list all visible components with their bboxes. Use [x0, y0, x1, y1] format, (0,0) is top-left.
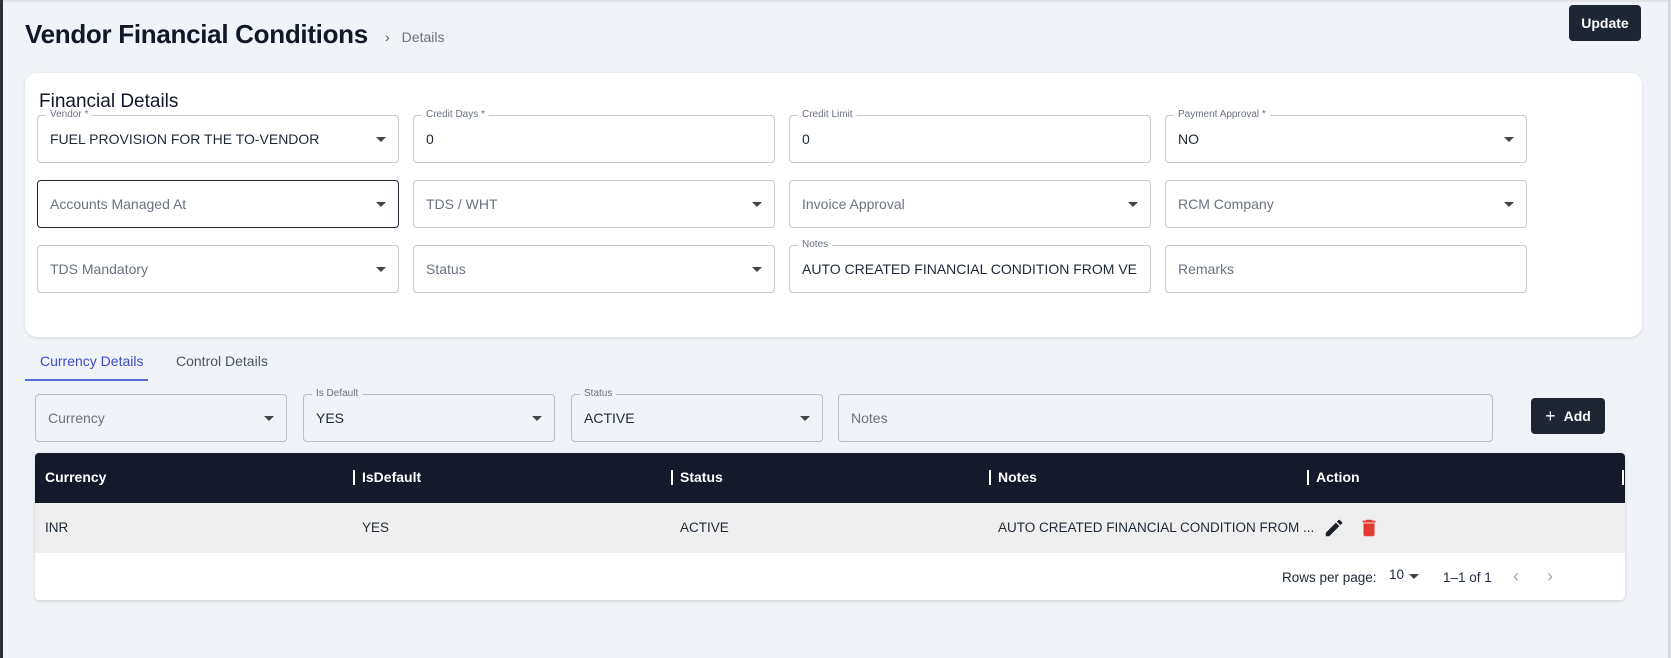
currency-select[interactable]: Currency — [35, 394, 287, 442]
page-header: Vendor Financial Conditions › Details — [25, 16, 1671, 66]
notes-input[interactable]: Notes AUTO CREATED FINANCIAL CONDITION F… — [789, 239, 1151, 293]
currency-status-label: Status — [580, 388, 617, 400]
column-header-action: Action — [1316, 469, 1360, 485]
next-page-icon[interactable]: › — [1547, 566, 1553, 587]
currency-status-value: ACTIVE — [584, 410, 635, 426]
breadcrumb: › Details — [385, 29, 444, 45]
remarks-placeholder: Remarks — [1178, 261, 1235, 277]
column-header-currency[interactable]: Currency — [45, 469, 106, 485]
dropdown-arrow-icon — [752, 267, 762, 272]
cell-status: ACTIVE — [680, 520, 729, 535]
currency-status-select[interactable]: Status ACTIVE — [571, 388, 823, 442]
table-header: Currency IsDefault Status Notes Action — [35, 453, 1625, 503]
remarks-input[interactable]: Remarks — [1165, 245, 1527, 293]
column-separator[interactable] — [353, 470, 355, 485]
delete-icon[interactable] — [1358, 517, 1380, 539]
credit-limit-value: 0 — [802, 131, 810, 147]
add-button[interactable]: + Add — [1531, 398, 1605, 434]
update-button[interactable]: Update — [1569, 5, 1641, 41]
payment-approval-label: Payment Approval * — [1174, 109, 1270, 121]
chevron-right-icon: › — [385, 29, 390, 45]
table-pagination: Rows per page: 10 1–1 of 1 ‹ › — [35, 553, 1625, 600]
currency-table: Currency IsDefault Status Notes Action I… — [35, 453, 1625, 600]
is-default-value: YES — [316, 410, 345, 426]
vendor-select[interactable]: Vendor * FUEL PROVISION FOR THE TO-VENDO… — [37, 109, 399, 163]
vendor-value: FUEL PROVISION FOR THE TO-VENDOR — [50, 131, 320, 147]
cell-currency: INR — [45, 520, 69, 535]
tds-wht-placeholder: TDS / WHT — [426, 196, 498, 212]
notes-label: Notes — [798, 239, 833, 251]
credit-limit-label: Credit Limit — [798, 109, 857, 121]
dropdown-arrow-icon — [376, 267, 386, 272]
dropdown-arrow-icon[interactable] — [1409, 574, 1419, 579]
credit-days-label: Credit Days * — [422, 109, 489, 121]
rcm-company-select[interactable]: RCM Company — [1165, 180, 1527, 228]
is-default-select[interactable]: Is Default YES — [303, 388, 555, 442]
dropdown-arrow-icon — [376, 202, 386, 207]
tds-mandatory-placeholder: TDS Mandatory — [50, 261, 149, 277]
cell-is-default: YES — [362, 520, 390, 535]
tab-control-details[interactable]: Control Details — [161, 345, 283, 381]
notes-value: AUTO CREATED FINANCIAL CONDITION FROM VE… — [802, 261, 1138, 277]
dropdown-arrow-icon — [1504, 202, 1514, 207]
dropdown-arrow-icon — [1504, 137, 1514, 142]
add-button-label: Add — [1563, 408, 1591, 424]
previous-page-icon[interactable]: ‹ — [1513, 566, 1519, 587]
credit-limit-input[interactable]: Credit Limit 0 — [789, 109, 1151, 163]
dropdown-arrow-icon — [376, 137, 386, 142]
column-header-notes[interactable]: Notes — [998, 469, 1037, 485]
tds-wht-select[interactable]: TDS / WHT — [413, 180, 775, 228]
payment-approval-value: NO — [1178, 131, 1199, 147]
rcm-company-placeholder: RCM Company — [1178, 196, 1274, 212]
window-left-border — [0, 0, 3, 658]
pagination-range: 1–1 of 1 — [1443, 570, 1492, 585]
rows-per-page-label: Rows per page: — [1282, 570, 1377, 585]
column-separator[interactable] — [1622, 470, 1624, 485]
accounts-managed-at-select[interactable]: Accounts Managed At — [37, 180, 399, 228]
dropdown-arrow-icon — [752, 202, 762, 207]
tab-currency-details[interactable]: Currency Details — [25, 345, 148, 381]
window-top-border — [0, 0, 1671, 2]
column-separator[interactable] — [671, 470, 673, 485]
credit-days-value: 0 — [426, 131, 434, 147]
table-row[interactable]: INR YES ACTIVE AUTO CREATED FINANCIAL CO… — [35, 503, 1625, 553]
dropdown-arrow-icon — [1128, 202, 1138, 207]
cell-notes: AUTO CREATED FINANCIAL CONDITION FROM ..… — [998, 520, 1315, 535]
currency-notes-placeholder: Notes — [851, 410, 888, 426]
status-select[interactable]: Status — [413, 245, 775, 293]
column-separator[interactable] — [989, 470, 991, 485]
page-title: Vendor Financial Conditions — [25, 19, 368, 49]
credit-days-input[interactable]: Credit Days * 0 — [413, 109, 775, 163]
financial-details-card: Financial Details Vendor * FUEL PROVISIO… — [25, 73, 1642, 337]
column-header-status[interactable]: Status — [680, 469, 723, 485]
tds-mandatory-select[interactable]: TDS Mandatory — [37, 245, 399, 293]
dropdown-arrow-icon — [532, 416, 542, 421]
dropdown-arrow-icon — [800, 416, 810, 421]
breadcrumb-current: Details — [401, 29, 445, 45]
invoice-approval-placeholder: Invoice Approval — [802, 196, 905, 212]
column-separator[interactable] — [1307, 470, 1309, 485]
column-header-isdefault[interactable]: IsDefault — [362, 469, 421, 485]
accounts-managed-at-placeholder: Accounts Managed At — [50, 196, 187, 212]
dropdown-arrow-icon — [264, 416, 274, 421]
edit-icon[interactable] — [1323, 517, 1345, 539]
invoice-approval-select[interactable]: Invoice Approval — [789, 180, 1151, 228]
is-default-label: Is Default — [312, 388, 363, 400]
currency-notes-input[interactable]: Notes — [838, 394, 1493, 442]
rows-per-page-select[interactable]: 10 — [1389, 567, 1404, 582]
status-placeholder: Status — [426, 261, 466, 277]
vendor-label: Vendor * — [46, 109, 93, 121]
plus-icon: + — [1545, 406, 1556, 426]
currency-placeholder: Currency — [48, 410, 105, 426]
payment-approval-select[interactable]: Payment Approval * NO — [1165, 109, 1527, 163]
